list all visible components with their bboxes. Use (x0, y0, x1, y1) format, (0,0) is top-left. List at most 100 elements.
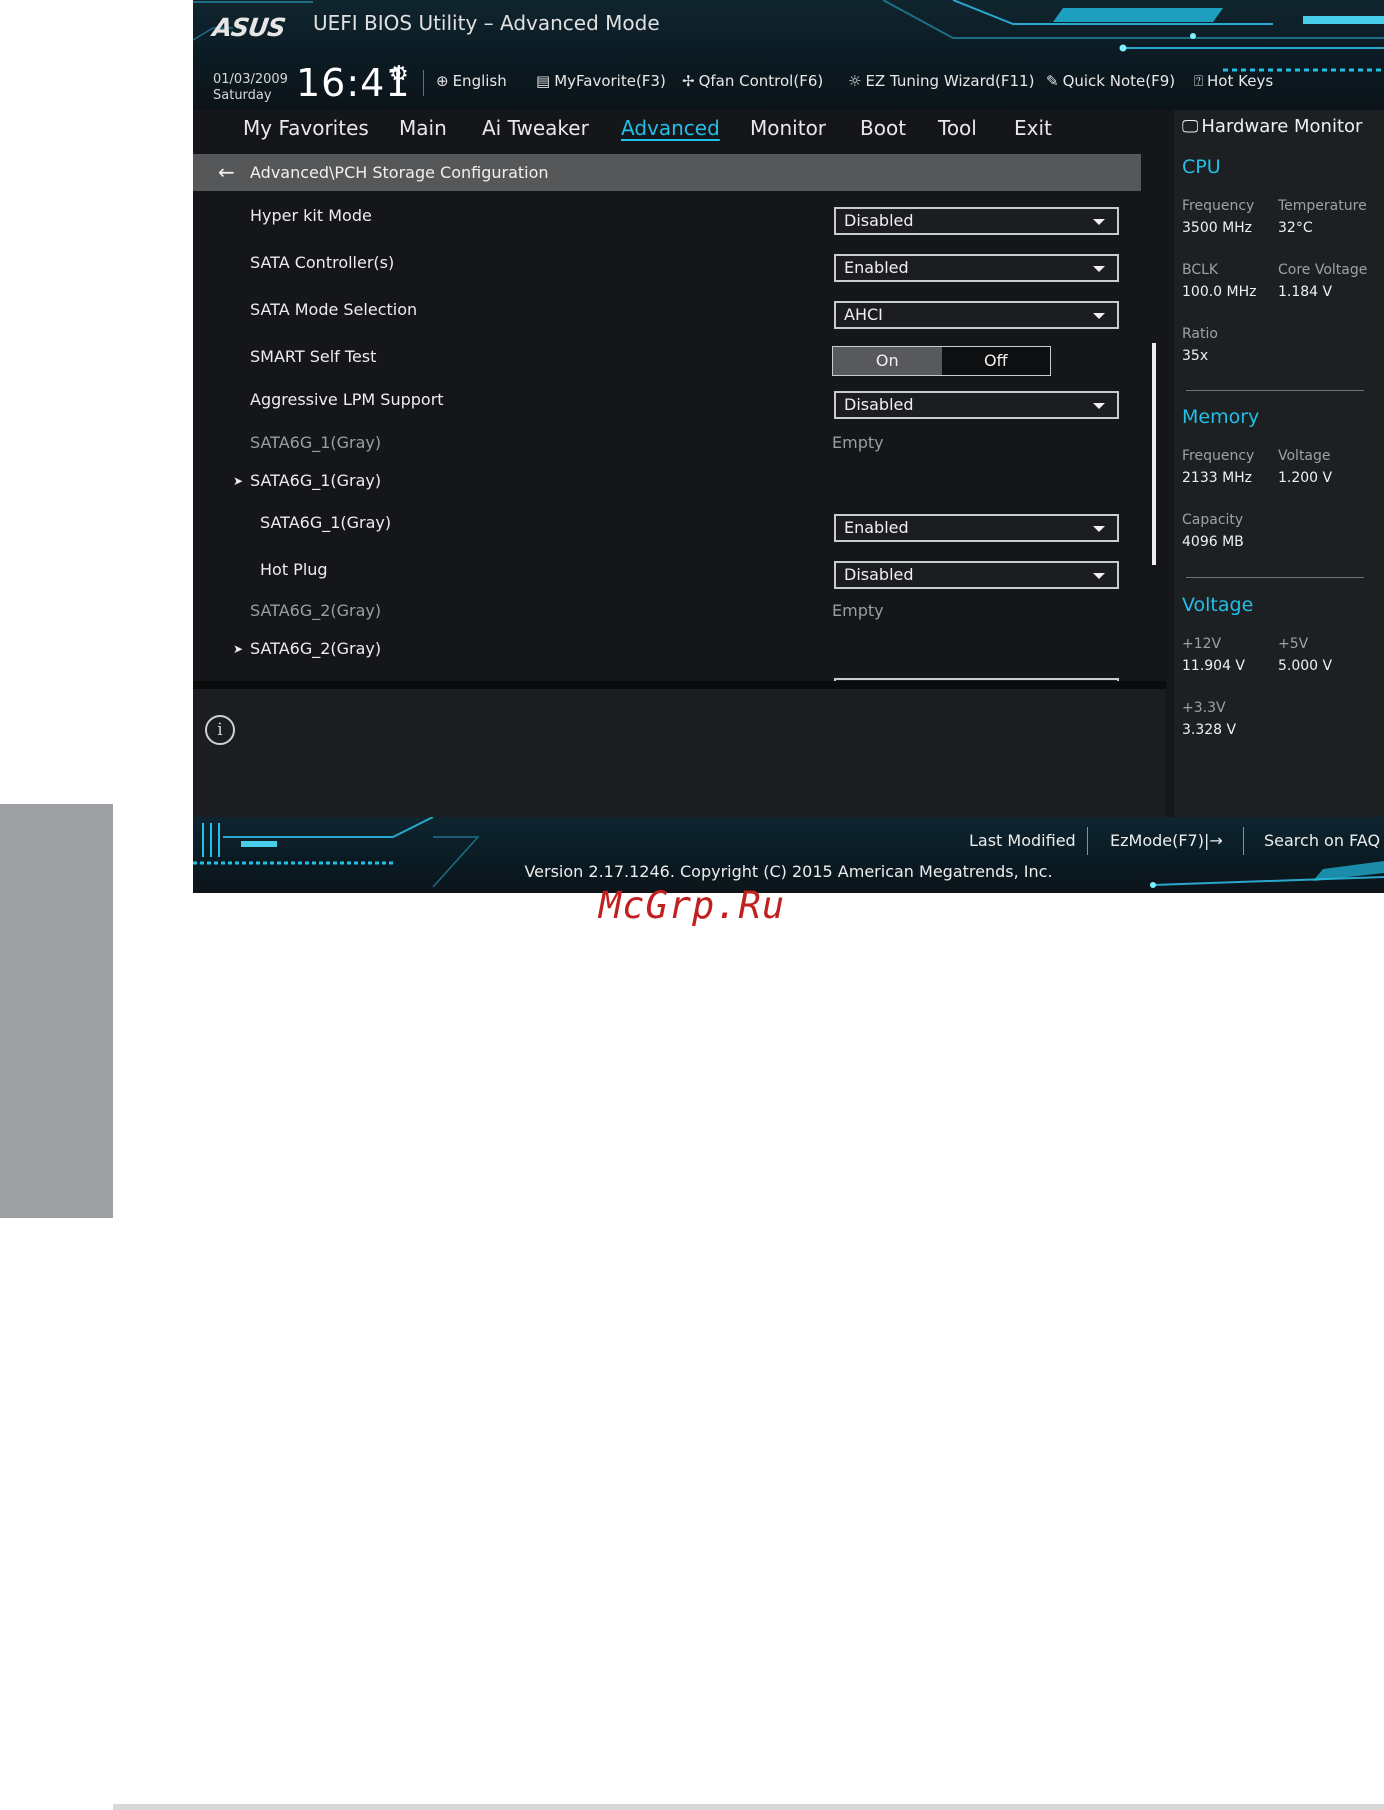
ez-tuning-label: EZ Tuning Wizard(F11) (865, 72, 1035, 90)
v33-value: 3.328 V (1182, 722, 1237, 738)
back-arrow-icon[interactable]: ← (218, 154, 235, 191)
smart-self-test-toggle[interactable]: On Off (832, 346, 1051, 376)
globe-icon: ⊕ (436, 72, 449, 90)
main-tab-bar: My Favorites Main Ai Tweaker Advanced Mo… (193, 110, 1166, 146)
ezmode-button[interactable]: EzMode(F7)|→ (1110, 831, 1223, 850)
setting-hot-plug: Hot Plug Disabled (193, 560, 1153, 600)
qfan-control-button[interactable]: ✢ Qfan Control(F6) (682, 72, 823, 90)
port-status: Empty (832, 601, 884, 620)
question-icon: ⍰ (1194, 72, 1204, 90)
setting-aggressive-lpm: Aggressive LPM Support Disabled (193, 390, 1153, 430)
cpu-temperature-label: Temperature (1278, 198, 1367, 214)
date-text: 01/03/2009 (213, 72, 288, 87)
toggle-off-option[interactable]: Off (942, 347, 1051, 375)
footer-divider (1243, 827, 1244, 855)
core-voltage-value: 1.184 V (1278, 284, 1333, 300)
language-button[interactable]: ⊕ English (436, 72, 507, 90)
ez-tuning-wizard-button[interactable]: ☼ EZ Tuning Wizard(F11) (848, 72, 1034, 90)
tab-exit[interactable]: Exit (1014, 116, 1052, 140)
bios-screen: ASUS UEFI BIOS Utility – Advanced Mode 0… (193, 0, 1384, 893)
watermark-text: McGrp.Ru (598, 884, 786, 927)
submenu-label: SATA6G_1(Gray) (250, 471, 382, 490)
tab-tool[interactable]: Tool (938, 116, 977, 140)
toggle-on-option[interactable]: On (833, 347, 942, 375)
memory-voltage-value: 1.200 V (1278, 470, 1333, 486)
chevron-down-icon (1093, 266, 1105, 272)
info-sata6g-1-port: SATA6G_1(Gray) Empty (193, 433, 1153, 473)
quick-note-button[interactable]: ✎ Quick Note(F9) (1046, 72, 1175, 90)
dropdown-value: AHCI (844, 305, 883, 324)
memory-frequency-value: 2133 MHz (1182, 470, 1253, 486)
submenu-sata6g-1[interactable]: ➤ SATA6G_1(Gray) (193, 471, 1153, 511)
monitor-icon: 🖵 (1182, 117, 1199, 137)
search-faq-button[interactable]: Search on FAQ (1264, 831, 1380, 850)
v33-label: +3.3V (1182, 700, 1226, 716)
gear-icon[interactable]: ⚙ (389, 62, 409, 87)
setting-sata-controllers: SATA Controller(s) Enabled (193, 253, 1153, 293)
fan-icon: ✢ (682, 72, 695, 90)
dropdown-value: Disabled (844, 565, 914, 584)
hot-keys-button[interactable]: ⍰ Hot Keys (1194, 72, 1273, 90)
submenu-arrow-icon: ➤ (233, 642, 244, 656)
sata6g-1-enable-dropdown[interactable]: Enabled (834, 514, 1119, 542)
hot-plug-dropdown[interactable]: Disabled (834, 561, 1119, 589)
app-title: UEFI BIOS Utility – Advanced Mode (313, 11, 660, 35)
cpu-heading: CPU (1182, 156, 1221, 178)
voltage-heading: Voltage (1182, 594, 1254, 616)
tab-my-favorites[interactable]: My Favorites (243, 116, 369, 140)
hyper-kit-mode-dropdown[interactable]: Disabled (834, 207, 1119, 235)
bclk-value: 100.0 MHz (1182, 284, 1257, 300)
hardware-monitor-panel: 🖵 Hardware Monitor CPU Frequency 3500 MHz… (1174, 110, 1384, 817)
setting-sata6g-1-port-enable: SATA6G_1(Gray) Enabled (193, 513, 1153, 553)
dropdown-value: Enabled (844, 518, 909, 537)
footer-divider (1087, 827, 1088, 855)
hardware-monitor-label: Hardware Monitor (1201, 116, 1363, 137)
setting-label: Hyper kit Mode (250, 206, 372, 225)
monitor-divider (1186, 577, 1364, 578)
header-divider (423, 70, 424, 96)
tab-monitor[interactable]: Monitor (750, 116, 826, 140)
v12-value: 11.904 V (1182, 658, 1246, 674)
help-divider (193, 681, 1166, 689)
aggressive-lpm-dropdown[interactable]: Disabled (834, 391, 1119, 419)
setting-label: Hot Plug (260, 560, 328, 579)
help-panel: i (193, 689, 1166, 817)
bclk-label: BCLK (1182, 262, 1219, 278)
submenu-sata6g-2[interactable]: ➤ SATA6G_2(Gray) (193, 639, 1153, 679)
setting-label: SATA6G_1(Gray) (260, 513, 392, 532)
sata-mode-dropdown[interactable]: AHCI (834, 301, 1119, 329)
tab-boot[interactable]: Boot (860, 116, 906, 140)
last-modified-button[interactable]: Last Modified (969, 831, 1076, 850)
note-icon: ✎ (1046, 72, 1059, 90)
v5-value: 5.000 V (1278, 658, 1333, 674)
setting-sata-mode-selection: SATA Mode Selection AHCI (193, 300, 1153, 340)
chevron-down-icon (1093, 573, 1105, 579)
copyright-text: Version 2.17.1246. Copyright (C) 2015 Am… (524, 862, 1053, 881)
submenu-label: SATA6G_2(Gray) (250, 639, 382, 658)
cpu-temperature-value: 32°C (1278, 220, 1313, 236)
myfavorite-label: MyFavorite(F3) (554, 72, 666, 90)
hardware-monitor-title: 🖵 Hardware Monitor (1182, 116, 1362, 137)
date-display: 01/03/2009 Saturday (213, 72, 288, 104)
settings-list: Hyper kit Mode Disabled SATA Controller(… (193, 191, 1166, 681)
tab-advanced[interactable]: Advanced (621, 116, 720, 140)
capacity-label: Capacity (1182, 512, 1244, 528)
ezmode-label: EzMode(F7)| (1110, 831, 1210, 850)
exit-arrow-icon: → (1209, 831, 1223, 850)
setting-smart-self-test: SMART Self Test On Off (193, 346, 1153, 387)
monitor-divider (1186, 390, 1364, 391)
page-bottom-rule (113, 1804, 1384, 1810)
myfavorite-button[interactable]: ▤ MyFavorite(F3) (536, 72, 666, 90)
sata-controllers-dropdown[interactable]: Enabled (834, 254, 1119, 282)
tab-main[interactable]: Main (399, 116, 447, 140)
dropdown-value: Disabled (844, 395, 914, 414)
cpu-frequency-value: 3500 MHz (1182, 220, 1253, 236)
chevron-down-icon (1093, 219, 1105, 225)
day-text: Saturday (213, 88, 272, 103)
setting-label: Aggressive LPM Support (250, 390, 444, 409)
quick-note-label: Quick Note(F9) (1062, 72, 1176, 90)
v5-label: +5V (1278, 636, 1309, 652)
memory-heading: Memory (1182, 406, 1260, 428)
tab-ai-tweaker[interactable]: Ai Tweaker (482, 116, 589, 140)
lightbulb-icon: ☼ (848, 72, 862, 90)
